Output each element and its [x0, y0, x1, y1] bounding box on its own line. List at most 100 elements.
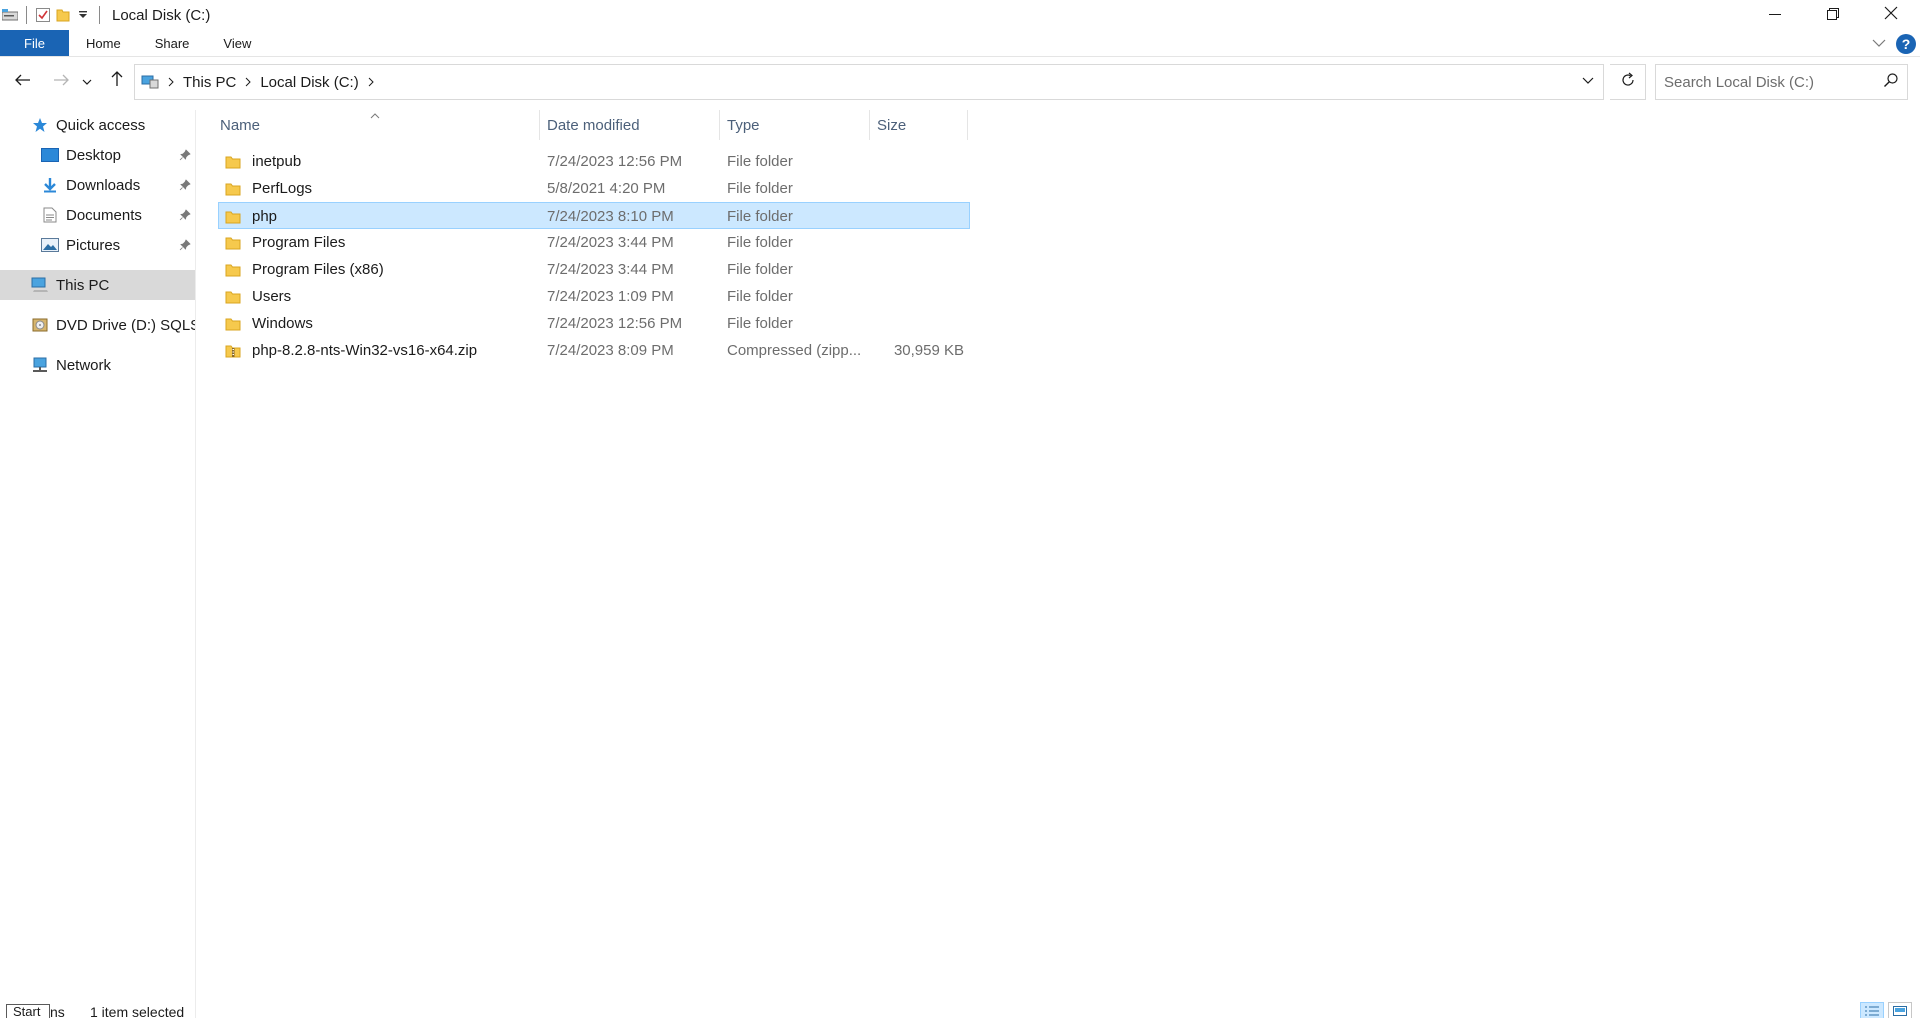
customize-qat-icon[interactable] — [73, 5, 93, 25]
file-size — [864, 203, 964, 230]
folder-icon — [224, 153, 242, 171]
window-controls — [1746, 0, 1920, 30]
table-row[interactable]: inetpub 7/24/2023 12:56 PM File folder — [218, 148, 970, 175]
table-row[interactable]: php 7/24/2023 8:10 PM File folder — [218, 202, 970, 229]
column-divider[interactable] — [869, 110, 870, 140]
file-name: Windows — [252, 315, 313, 332]
file-type: File folder — [727, 153, 793, 170]
sidebar-item-label: DVD Drive (D:) SQLSe — [56, 316, 196, 334]
file-type: File folder — [727, 180, 793, 197]
file-name: Program Files (x86) — [252, 261, 384, 278]
file-date: 7/24/2023 12:56 PM — [547, 315, 683, 332]
expand-ribbon-icon[interactable] — [1872, 35, 1886, 52]
large-icons-view-button[interactable] — [1888, 1002, 1912, 1018]
folder-icon — [224, 208, 242, 226]
file-date: 5/8/2021 4:20 PM — [547, 180, 666, 197]
this-pc-icon — [141, 74, 159, 90]
pin-icon[interactable] — [178, 178, 192, 192]
table-row[interactable]: Program Files (x86) 7/24/2023 3:44 PM Fi… — [218, 256, 970, 283]
sidebar-item-desktop[interactable]: Desktop — [41, 140, 121, 170]
zip-folder-icon — [224, 342, 242, 360]
search-icon[interactable] — [1883, 72, 1899, 92]
folder-icon — [224, 180, 242, 198]
close-button[interactable] — [1862, 0, 1920, 30]
file-size — [864, 283, 964, 310]
folder-icon — [224, 234, 242, 252]
column-header-date[interactable]: Date modified — [547, 110, 719, 140]
sidebar-item-this-pc[interactable]: This PC — [0, 270, 195, 300]
column-divider[interactable] — [539, 110, 540, 140]
file-type: Compressed (zipp... — [727, 342, 862, 359]
search-input[interactable] — [1664, 73, 1883, 91]
file-date: 7/24/2023 12:56 PM — [547, 153, 683, 170]
sidebar-item-network[interactable]: Network — [31, 350, 111, 380]
column-divider[interactable] — [719, 110, 720, 140]
breadcrumb-chevron-icon[interactable] — [240, 77, 256, 87]
recent-locations-button[interactable] — [78, 68, 96, 94]
table-row[interactable]: Users 7/24/2023 1:09 PM File folder — [218, 283, 970, 310]
refresh-button[interactable] — [1610, 64, 1646, 100]
column-header-name[interactable]: Name — [218, 110, 539, 140]
sidebar-item-downloads[interactable]: Downloads — [41, 170, 140, 200]
search-box — [1655, 64, 1908, 100]
tab-file[interactable]: File — [0, 30, 69, 56]
sidebar-item-quick-access[interactable]: Quick access — [31, 110, 145, 140]
dvd-drive-icon — [31, 316, 49, 334]
pin-icon[interactable] — [178, 208, 192, 222]
restore-button[interactable] — [1804, 0, 1862, 30]
properties-icon[interactable] — [33, 5, 53, 25]
tab-share[interactable]: Share — [138, 30, 207, 56]
breadcrumb-chevron-icon[interactable] — [163, 77, 179, 87]
details-view-button[interactable] — [1860, 1002, 1884, 1018]
breadcrumb-this-pc[interactable]: This PC — [183, 74, 236, 91]
sidebar-item-pictures[interactable]: Pictures — [41, 230, 120, 260]
network-icon — [31, 356, 49, 374]
restore-icon — [1827, 7, 1839, 24]
breadcrumb-local-disk[interactable]: Local Disk (C:) — [260, 74, 358, 91]
file-type: File folder — [727, 315, 793, 332]
file-type: File folder — [727, 208, 793, 225]
table-row[interactable]: PerfLogs 5/8/2021 4:20 PM File folder — [218, 175, 970, 202]
file-size — [864, 148, 964, 175]
view-toggle — [1860, 1002, 1912, 1018]
address-history-button[interactable] — [1581, 73, 1595, 91]
sidebar-item-documents[interactable]: Documents — [41, 200, 142, 230]
breadcrumb-chevron-icon[interactable] — [363, 77, 379, 87]
pin-icon[interactable] — [178, 148, 192, 162]
download-icon — [41, 176, 59, 194]
computer-icon — [31, 276, 49, 294]
tab-view[interactable]: View — [206, 30, 268, 56]
folder-icon — [224, 315, 242, 333]
table-row[interactable]: php-8.2.8-nts-Win32-vs16-x64.zip 7/24/20… — [218, 337, 970, 364]
documents-icon — [41, 206, 59, 224]
toolbar-separator — [99, 6, 100, 24]
new-folder-icon[interactable] — [53, 5, 73, 25]
back-button[interactable] — [10, 68, 36, 94]
file-name: php-8.2.8-nts-Win32-vs16-x64.zip — [252, 342, 478, 359]
column-header-size[interactable]: Size — [877, 110, 967, 140]
folder-icon — [224, 261, 242, 279]
table-row[interactable]: Program Files 7/24/2023 3:44 PM File fol… — [218, 229, 970, 256]
sidebar-item-label: Documents — [66, 206, 142, 224]
sidebar-item-label: Downloads — [66, 176, 141, 194]
help-button[interactable]: ? — [1896, 33, 1916, 54]
pin-icon[interactable] — [178, 238, 192, 252]
column-headers: Name Date modified Type Size — [218, 110, 970, 140]
tab-home[interactable]: Home — [69, 30, 138, 56]
sidebar-item-label: Network — [56, 356, 112, 374]
up-button[interactable] — [104, 68, 130, 94]
pictures-icon — [41, 236, 59, 254]
start-button[interactable]: Start — [6, 1004, 50, 1018]
address-bar[interactable]: This PC Local Disk (C:) — [134, 64, 1604, 100]
sidebar-item-dvd-drive[interactable]: DVD Drive (D:) SQLSe — [31, 310, 196, 340]
file-name: Users — [252, 288, 292, 305]
file-size — [864, 229, 964, 256]
file-date: 7/24/2023 8:10 PM — [547, 208, 674, 225]
forward-button[interactable] — [48, 68, 74, 94]
minimize-button[interactable] — [1746, 0, 1804, 30]
column-divider[interactable] — [967, 110, 968, 140]
file-name: inetpub — [252, 153, 302, 170]
column-header-type[interactable]: Type — [727, 110, 859, 140]
table-row[interactable]: Windows 7/24/2023 12:56 PM File folder — [218, 310, 970, 337]
explorer-app-icon[interactable] — [0, 5, 20, 25]
